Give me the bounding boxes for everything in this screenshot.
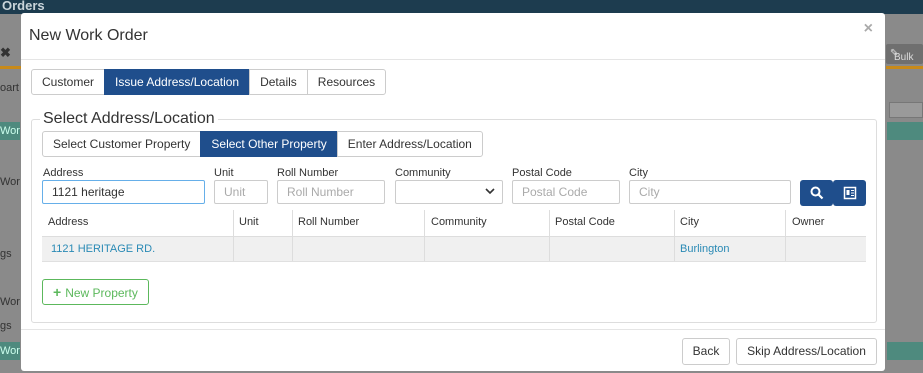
skip-address-location-button[interactable]: Skip Address/Location	[736, 338, 877, 365]
community-label: Community	[395, 167, 451, 179]
modal-header: New Work Order ×	[21, 13, 885, 60]
column-divider	[233, 210, 234, 261]
postal-code-label: Postal Code	[512, 167, 572, 179]
tab-details[interactable]: Details	[249, 69, 308, 95]
background-row-highlight	[887, 342, 923, 360]
background-accent-bar	[886, 66, 923, 69]
search-icon	[810, 186, 823, 200]
plus-icon: +	[53, 284, 62, 300]
column-divider	[424, 210, 425, 261]
background-fragment: Wor	[0, 345, 20, 357]
city-input[interactable]	[629, 180, 791, 204]
background-input	[889, 102, 923, 118]
column-header-city[interactable]: City	[680, 216, 699, 228]
new-property-label: New Property	[65, 286, 138, 300]
tab-enter-address-location[interactable]: Enter Address/Location	[336, 131, 483, 157]
address-input[interactable]	[42, 180, 205, 204]
column-divider	[785, 210, 786, 261]
map-card-icon	[843, 186, 856, 200]
background-row-highlight	[887, 122, 923, 140]
background-fragment: Wor	[0, 176, 20, 188]
tab-issue-address-location[interactable]: Issue Address/Location	[104, 69, 251, 95]
wizard-tabs: Customer Issue Address/Location Details …	[31, 69, 387, 95]
background-fragment: Wor	[0, 125, 20, 137]
address-label: Address	[43, 167, 84, 179]
background-fragment: gs	[0, 248, 12, 260]
modal-footer-divider	[21, 329, 885, 330]
close-icon[interactable]: ×	[864, 20, 873, 38]
modal-title: New Work Order	[29, 27, 148, 44]
table-header: Address Unit Roll Number Community Posta…	[42, 210, 866, 237]
background-header: Orders	[0, 0, 923, 14]
postal-code-input[interactable]	[512, 180, 620, 204]
property-source-tabs: Select Customer Property Select Other Pr…	[42, 131, 483, 157]
back-button[interactable]: Back	[682, 338, 730, 365]
background-close-icon: ✖	[0, 45, 11, 60]
tab-select-other-property[interactable]: Select Other Property	[200, 131, 338, 157]
background-fragment: Wor	[0, 296, 20, 308]
tab-select-customer-property[interactable]: Select Customer Property	[42, 131, 202, 157]
background-accent-bar	[0, 66, 22, 69]
background-fragment: gs	[0, 320, 12, 332]
column-header-unit[interactable]: Unit	[239, 216, 259, 228]
tab-resources[interactable]: Resources	[306, 69, 387, 95]
column-divider	[292, 210, 293, 261]
search-button[interactable]	[800, 180, 833, 206]
chevron-down-icon	[484, 184, 496, 201]
column-header-roll-number[interactable]: Roll Number	[298, 216, 359, 228]
column-header-community[interactable]: Community	[431, 216, 487, 228]
column-divider	[549, 210, 550, 261]
city-label: City	[629, 167, 648, 179]
background-title: Orders	[2, 0, 45, 13]
column-header-address[interactable]: Address	[48, 216, 88, 228]
community-select[interactable]	[395, 180, 503, 204]
unit-input[interactable]	[214, 180, 268, 204]
map-card-button[interactable]	[833, 180, 866, 206]
cell-address[interactable]: 1121 HERITAGE RD.	[51, 243, 155, 255]
column-divider	[674, 210, 675, 261]
cell-city[interactable]: Burlington	[680, 243, 730, 255]
column-header-postal-code[interactable]: Postal Code	[555, 216, 615, 228]
unit-label: Unit	[214, 167, 234, 179]
tab-customer[interactable]: Customer	[31, 69, 106, 95]
roll-number-input[interactable]	[277, 180, 385, 204]
new-property-button[interactable]: + New Property	[42, 279, 149, 305]
table-row[interactable]: 1121 HERITAGE RD. Burlington	[42, 237, 866, 262]
background-fragment: oart	[0, 82, 19, 94]
new-work-order-dialog: New Work Order × Customer Issue Address/…	[21, 13, 885, 371]
roll-number-label: Roll Number	[277, 167, 339, 179]
column-header-owner[interactable]: Owner	[792, 216, 824, 228]
section-title: Select Address/Location	[40, 110, 218, 128]
background-bulk-button: ✎ Bulk	[886, 44, 923, 64]
